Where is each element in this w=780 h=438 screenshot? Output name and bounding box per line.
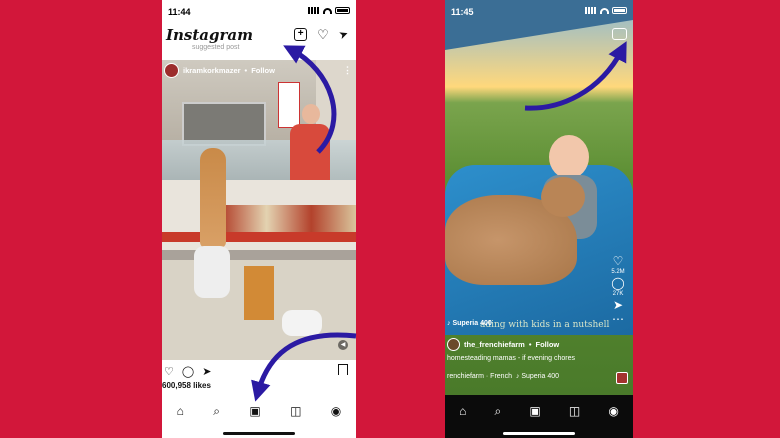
likes-count[interactable]: 600,958 likes — [162, 381, 211, 390]
reels-icon[interactable]: ▣ — [249, 404, 260, 418]
dog-statue — [194, 246, 230, 298]
post-username[interactable]: ikramkorkmazer — [183, 66, 241, 75]
shop-icon[interactable]: ◫ — [569, 404, 580, 418]
wifi-icon — [600, 7, 609, 14]
status-icons — [585, 7, 627, 14]
audio-thumbnail-icon[interactable] — [616, 372, 628, 384]
bag — [244, 266, 274, 320]
reel-username[interactable]: the_frenchiefarm — [464, 340, 525, 349]
home-indicator — [223, 432, 295, 435]
reels-icon[interactable]: ▣ — [529, 404, 540, 418]
like-icon[interactable]: ♡ — [613, 255, 624, 267]
home-indicator — [503, 432, 575, 435]
comments-count: 27K — [612, 291, 624, 297]
signal-icon — [308, 7, 320, 14]
home-icon[interactable]: ⌂ — [177, 404, 184, 418]
home-icon[interactable]: ⌂ — [459, 404, 466, 418]
profile-icon[interactable]: ◉ — [331, 404, 341, 418]
heart-icon[interactable]: ♡ — [317, 28, 329, 41]
status-time: 11:44 — [168, 7, 191, 17]
post-image[interactable] — [162, 60, 356, 360]
music-overlay[interactable]: ♪ Superia 400 — [447, 320, 492, 327]
reel-meta: renchiefarm · French ♪ Superia 400 — [447, 373, 560, 380]
cat-figure — [200, 148, 226, 248]
left-phone-screen: 11:44 Instagram suggested post + ♡ ➤ ikr… — [162, 0, 356, 438]
more-options-icon[interactable]: ⋯ — [612, 313, 624, 325]
post-actions: ♡ ◯ ➤ — [162, 363, 356, 379]
meat-display — [222, 205, 356, 235]
post-header: ikramkorkmazer • Follow ⋮ — [162, 60, 356, 80]
avatar[interactable] — [164, 62, 179, 78]
butcher-figure — [286, 104, 334, 184]
avatar[interactable] — [447, 338, 460, 351]
reel-action-rail: ♡ 5.2M ◯ 27K ➤ ⋯ — [607, 255, 629, 325]
search-icon[interactable]: ⌕ — [494, 404, 501, 419]
profile-icon[interactable]: ◉ — [608, 404, 618, 418]
comment-icon[interactable]: ◯ — [182, 365, 194, 378]
new-post-icon[interactable]: + — [294, 28, 308, 41]
app-header: Instagram suggested post + ♡ ➤ — [162, 22, 356, 51]
status-bar: 11:45 — [445, 0, 633, 22]
cow-statue — [282, 310, 322, 336]
counter-strip — [162, 232, 356, 242]
annotation-arrows — [251, 41, 627, 402]
comment-icon[interactable]: ◯ — [611, 277, 624, 289]
follow-button[interactable]: Follow — [251, 66, 275, 75]
battery-icon — [335, 7, 350, 14]
reel-description[interactable]: homesteading mamas - if evening chores — [447, 355, 575, 362]
bottom-nav: ⌂ ⌕ ▣ ◫ ◉ — [162, 398, 356, 424]
status-time: 11:45 — [451, 7, 474, 17]
bottom-nav: ⌂ ⌕ ▣ ◫ ◉ — [445, 398, 633, 424]
separator-dot: • — [528, 340, 532, 349]
likes-count: 5.2M — [611, 269, 625, 275]
follow-button[interactable]: Follow — [536, 340, 560, 349]
like-icon[interactable]: ♡ — [164, 365, 174, 378]
mute-icon[interactable]: ◀ — [338, 340, 348, 350]
send-icon[interactable]: ➤ — [337, 27, 350, 42]
battery-icon — [612, 7, 627, 14]
more-options-icon[interactable]: ⋮ — [343, 65, 352, 76]
status-icons — [308, 7, 350, 14]
right-phone-screen: 11:45 ading with kids in a nutshell ♡ 5.… — [445, 0, 633, 438]
reel-meta-music[interactable]: Superia 400 — [521, 373, 559, 380]
share-icon[interactable]: ➤ — [202, 365, 211, 378]
reel-meta-user[interactable]: renchiefarm · French — [447, 373, 512, 380]
suggested-post-label: suggested post — [192, 44, 240, 51]
bookmark-icon[interactable] — [338, 364, 348, 375]
instagram-logo[interactable]: Instagram — [166, 26, 253, 44]
reel-caption-overlay: ading with kids in a nutshell — [480, 320, 610, 330]
music-title: Superia 400 — [452, 320, 492, 327]
status-bar: 11:44 — [162, 0, 356, 22]
reel-video[interactable] — [445, 0, 633, 395]
wifi-icon — [323, 7, 332, 14]
signal-icon — [585, 7, 597, 14]
shop-icon[interactable]: ◫ — [290, 404, 301, 418]
camera-icon[interactable] — [612, 28, 627, 40]
share-icon[interactable]: ➤ — [613, 299, 623, 311]
reel-user-row: the_frenchiefarm • Follow — [447, 338, 559, 351]
goat-figure — [445, 177, 585, 285]
separator-dot: • — [244, 65, 248, 75]
search-icon[interactable]: ⌕ — [213, 404, 220, 419]
